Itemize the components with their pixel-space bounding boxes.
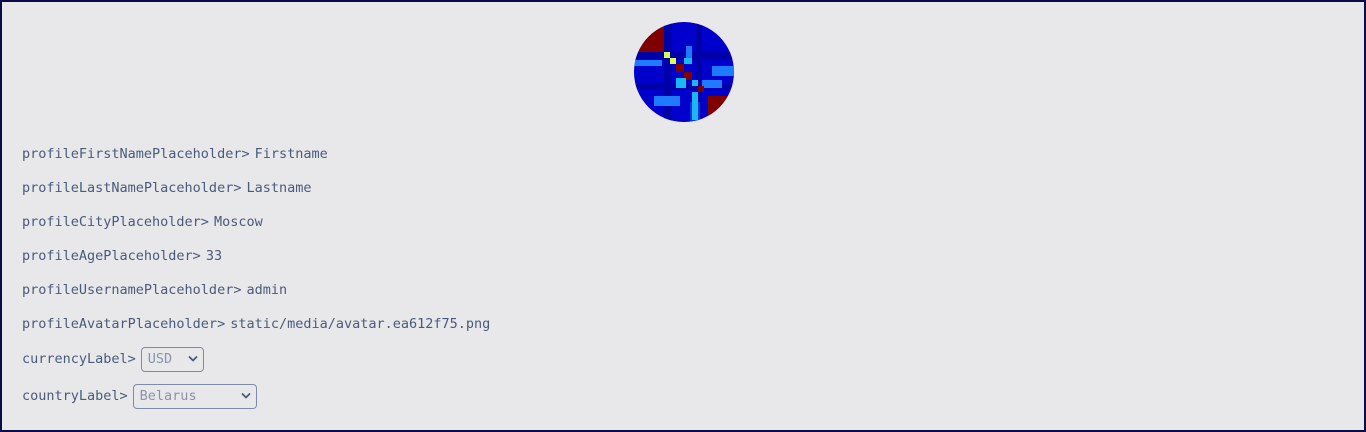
country-row: countryLabel> Belarus [22,383,257,409]
age-row: profileAgePlaceholder> 33 [22,244,222,268]
city-label: profileCityPlaceholder> [22,214,209,230]
avatar-path-label: profileAvatarPlaceholder> [22,316,226,332]
city-value: Moscow [213,214,263,230]
avatar-path-row: profileAvatarPlaceholder> static/media/a… [22,312,490,336]
avatar-path-value: static/media/avatar.ea612f75.png [230,316,491,332]
currency-select-value: USD [147,351,173,367]
country-label: countryLabel> [22,388,128,404]
avatar [634,22,734,122]
currency-row: currencyLabel> USD [22,346,204,372]
first-name-row: profileFirstNamePlaceholder> Firstname [22,142,328,166]
chevron-down-icon [241,393,251,399]
avatar-image [634,22,734,122]
first-name-label: profileFirstNamePlaceholder> [22,146,250,162]
city-row: profileCityPlaceholder> Moscow [22,210,263,234]
username-value: admin [246,282,288,298]
username-label: profileUsernamePlaceholder> [22,282,242,298]
last-name-label: profileLastNamePlaceholder> [22,180,242,196]
country-select[interactable]: Belarus [132,383,257,409]
country-select-value: Belarus [139,388,197,404]
last-name-value: Lastname [246,180,312,196]
profile-card: profileFirstNamePlaceholder> Firstname p… [0,0,1366,432]
last-name-row: profileLastNamePlaceholder> Lastname [22,176,311,200]
currency-label: currencyLabel> [22,351,136,367]
first-name-value: Firstname [254,146,328,162]
age-value: 33 [205,248,223,264]
currency-select[interactable]: USD [140,346,204,372]
chevron-down-icon [188,356,198,362]
age-label: profileAgePlaceholder> [22,248,201,264]
username-row: profileUsernamePlaceholder> admin [22,278,287,302]
